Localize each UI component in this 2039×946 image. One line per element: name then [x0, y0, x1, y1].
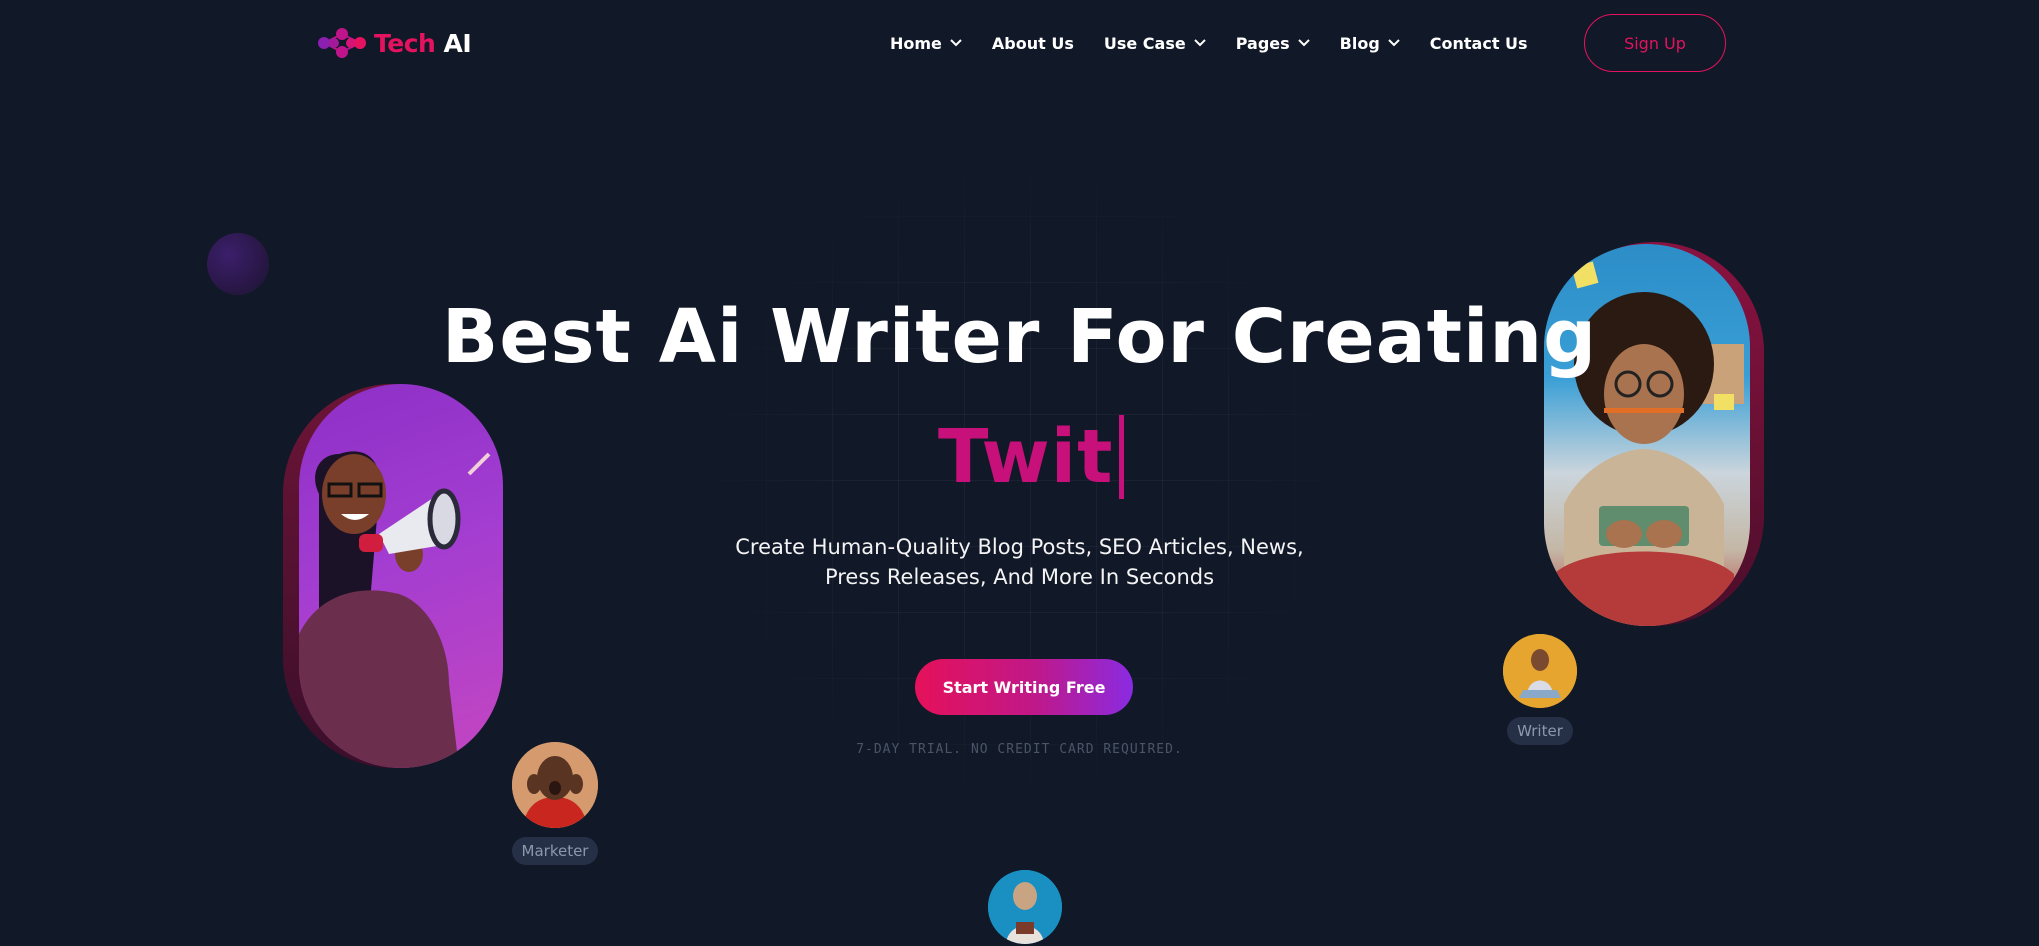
- brand-logo[interactable]: Tech AI: [316, 24, 472, 62]
- nav-item-label: Blog: [1339, 33, 1380, 53]
- nav-item-pages[interactable]: Pages: [1236, 30, 1310, 56]
- typing-caret: [1119, 415, 1125, 499]
- nav-item-label: Home: [890, 33, 942, 53]
- chevron-down-icon: [1297, 39, 1310, 47]
- typed-text: Twit: [938, 414, 1125, 500]
- decorative-blob: [207, 233, 269, 295]
- marketer-role-tag: Marketer: [512, 837, 598, 865]
- chevron-down-icon: [1194, 39, 1206, 47]
- hero-subtitle-line-2: Press Releases, And More In Seconds: [824, 565, 1215, 589]
- start-writing-free-button[interactable]: Start Writing Free: [915, 659, 1133, 715]
- sitting-woman-avatar-illustration: [1503, 634, 1577, 708]
- brand-name: Tech AI: [374, 28, 472, 58]
- dots-network-logo-icon: [318, 28, 366, 58]
- sign-up-button[interactable]: Sign Up: [1584, 14, 1726, 72]
- hero-subtitle-line-1: Create Human-Quality Blog Posts, SEO Art…: [735, 535, 1304, 559]
- nav-item-blog[interactable]: Blog: [1340, 30, 1400, 56]
- chevron-down-icon: [1388, 39, 1400, 47]
- nav-item-label: Use Case: [1103, 33, 1186, 53]
- content-creator-avatar: [988, 870, 1062, 944]
- hero-title: Best Ai Writer For Creating: [441, 294, 1598, 380]
- nav-item-label: Contact Us: [1429, 33, 1528, 53]
- brand-name-part1: Tech: [374, 28, 436, 58]
- nav-item-use-case[interactable]: Use Case: [1104, 30, 1206, 56]
- nav-item-contact-us[interactable]: Contact Us: [1430, 30, 1528, 56]
- woman-with-book-avatar-illustration: [988, 870, 1062, 944]
- nav-item-home[interactable]: Home: [890, 30, 962, 56]
- chevron-down-icon: [950, 39, 962, 47]
- brand-name-part2: AI: [443, 28, 472, 58]
- nav-item-label: Pages: [1235, 33, 1290, 53]
- typed-word: Twit: [938, 414, 1114, 500]
- nav-item-about-us[interactable]: About Us: [992, 30, 1074, 56]
- main-navigation: Home About Us Use Case Pages Blog Contac…: [890, 30, 1558, 56]
- writer-role-tag: Writer: [1507, 717, 1573, 745]
- writer-avatar: [1503, 634, 1577, 708]
- hero-subtitle: Create Human-Quality Blog Posts, SEO Art…: [0, 532, 2039, 592]
- trial-note: 7-DAY TRIAL. NO CREDIT CARD REQUIRED.: [856, 742, 1183, 757]
- nav-item-label: About Us: [991, 33, 1074, 53]
